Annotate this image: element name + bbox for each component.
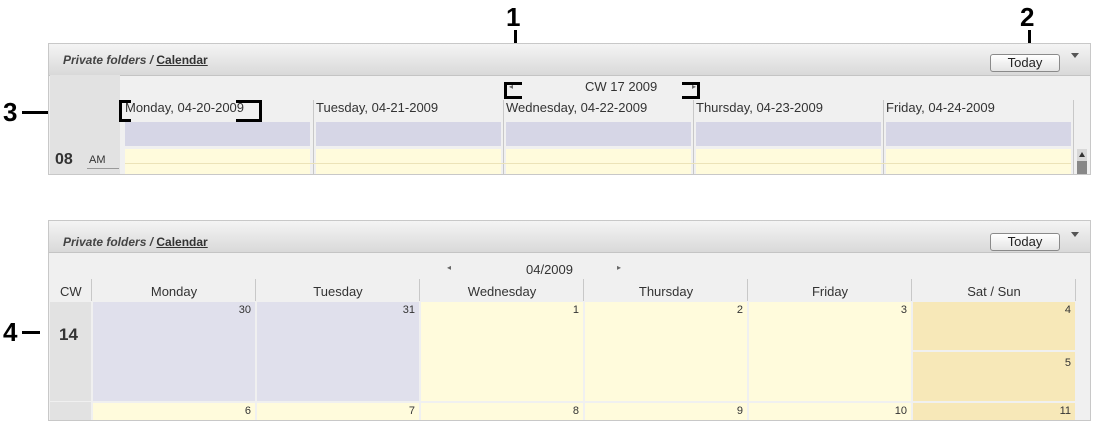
day-cell[interactable]: 1 bbox=[421, 302, 583, 401]
date-number: 31 bbox=[402, 304, 415, 316]
ampm-label: AM bbox=[89, 154, 106, 166]
date-number: 11 bbox=[1059, 405, 1071, 417]
date-number: 30 bbox=[238, 304, 251, 316]
day-cell[interactable]: 10 bbox=[749, 403, 911, 420]
callout-3-bracket-right bbox=[236, 100, 262, 122]
date-number: 1 bbox=[572, 304, 579, 316]
day-cell[interactable]: 9 bbox=[585, 403, 747, 420]
weekday-header-friday: Friday bbox=[811, 284, 849, 299]
cw-header: CW bbox=[60, 284, 82, 299]
allday-cell-thursday[interactable] bbox=[696, 122, 881, 146]
breadcrumb-calendar-link[interactable]: Calendar bbox=[156, 235, 207, 249]
callout-4-line bbox=[22, 331, 40, 334]
day-separator bbox=[1073, 100, 1074, 174]
weekend-cell-saturday[interactable]: 11 bbox=[913, 403, 1075, 420]
callout-2: 2 bbox=[1020, 2, 1035, 32]
allday-cell-tuesday[interactable] bbox=[316, 122, 501, 146]
weekday-header-tuesday: Tuesday bbox=[313, 284, 363, 299]
header-separator bbox=[419, 279, 420, 301]
hour-cell-wednesday[interactable] bbox=[506, 149, 691, 174]
day-cell[interactable]: 30 bbox=[93, 302, 255, 401]
month-view-header: Private folders / Calendar Today bbox=[49, 221, 1090, 253]
weekday-header-monday: Monday bbox=[150, 284, 198, 299]
today-button[interactable]: Today bbox=[990, 233, 1060, 251]
date-number: 3 bbox=[900, 304, 907, 316]
callout-3-bracket-left bbox=[119, 100, 131, 122]
header-separator bbox=[255, 279, 256, 301]
cw-column bbox=[50, 302, 91, 420]
breadcrumb-calendar-link[interactable]: Calendar bbox=[156, 53, 207, 67]
allday-cell-monday[interactable] bbox=[125, 122, 310, 146]
weekday-header-weekend: Sat / Sun bbox=[967, 284, 1021, 299]
breadcrumb: Private folders / Calendar bbox=[63, 235, 208, 249]
header-separator bbox=[583, 279, 584, 301]
day-cell[interactable]: 3 bbox=[749, 302, 911, 401]
breadcrumb-private-folders: Private folders / bbox=[63, 235, 157, 249]
hour-cell-thursday[interactable] bbox=[696, 149, 881, 174]
half-hour-line bbox=[125, 163, 1071, 164]
day-header-thursday[interactable]: Thursday, 04-23-2009 bbox=[696, 100, 823, 115]
cw-row-separator bbox=[50, 401, 91, 402]
day-cell[interactable]: 2 bbox=[585, 302, 747, 401]
date-number: 7 bbox=[408, 405, 415, 417]
date-number: 9 bbox=[736, 405, 743, 417]
weekend-cell-saturday[interactable]: 4 bbox=[913, 302, 1075, 350]
callout-4: 4 bbox=[3, 317, 18, 347]
week-number[interactable]: 14 bbox=[59, 325, 78, 345]
callout-1: 1 bbox=[506, 2, 521, 32]
day-header-wednesday[interactable]: Wednesday, 04-22-2009 bbox=[506, 100, 647, 115]
today-dropdown-icon[interactable] bbox=[1071, 232, 1079, 237]
callout-1-bracket-right bbox=[682, 82, 700, 99]
header-separator bbox=[1075, 279, 1076, 301]
week-view-panel: Private folders / Calendar Today ◂ CW 17… bbox=[48, 43, 1091, 175]
callout-1-bracket-left bbox=[504, 82, 522, 99]
day-header-friday[interactable]: Friday, 04-24-2009 bbox=[886, 100, 995, 115]
weekday-header-wednesday: Wednesday bbox=[467, 284, 537, 299]
today-button[interactable]: Today bbox=[990, 54, 1060, 72]
date-number: 2 bbox=[736, 304, 743, 316]
day-cell[interactable]: 6 bbox=[93, 403, 255, 420]
hour-cell-friday[interactable] bbox=[886, 149, 1071, 174]
month-view-panel: Private folders / Calendar Today ◂ 04/20… bbox=[48, 220, 1091, 421]
scroll-up-icon[interactable] bbox=[1079, 152, 1085, 157]
date-number: 4 bbox=[1064, 304, 1071, 316]
callout-3: 3 bbox=[3, 97, 18, 127]
header-separator bbox=[91, 279, 92, 301]
scroll-thumb[interactable] bbox=[1077, 161, 1087, 174]
header-separator bbox=[747, 279, 748, 301]
day-cell[interactable]: 8 bbox=[421, 403, 583, 420]
date-number: 5 bbox=[1064, 357, 1071, 369]
day-header-monday[interactable]: Monday, 04-20-2009 bbox=[125, 100, 244, 115]
prev-month-icon[interactable]: ◂ bbox=[447, 263, 451, 272]
breadcrumb-private-folders: Private folders / bbox=[63, 53, 157, 67]
date-number: 10 bbox=[894, 405, 907, 417]
breadcrumb: Private folders / Calendar bbox=[63, 53, 208, 67]
hour-cell-monday[interactable] bbox=[125, 149, 310, 174]
week-view-header: Private folders / Calendar Today bbox=[49, 44, 1090, 76]
day-cell[interactable]: 7 bbox=[257, 403, 419, 420]
allday-cell-wednesday[interactable] bbox=[506, 122, 691, 146]
hour-cell-tuesday[interactable] bbox=[316, 149, 501, 174]
day-cell[interactable]: 31 bbox=[257, 302, 419, 401]
allday-cell-friday[interactable] bbox=[886, 122, 1071, 146]
hour-label: 08 bbox=[55, 151, 73, 168]
today-dropdown-icon[interactable] bbox=[1071, 53, 1079, 58]
month-label: 04/2009 bbox=[526, 262, 573, 277]
header-separator bbox=[911, 279, 912, 301]
next-month-icon[interactable]: ▸ bbox=[617, 263, 621, 272]
week-label: CW 17 2009 bbox=[585, 79, 658, 94]
weekday-header-thursday: Thursday bbox=[638, 284, 694, 299]
day-header-tuesday[interactable]: Tuesday, 04-21-2009 bbox=[316, 100, 438, 115]
date-number: 6 bbox=[244, 405, 251, 417]
date-number: 8 bbox=[572, 405, 579, 417]
hour-underline bbox=[87, 168, 119, 169]
weekend-cell-sunday[interactable]: 5 bbox=[913, 352, 1075, 401]
